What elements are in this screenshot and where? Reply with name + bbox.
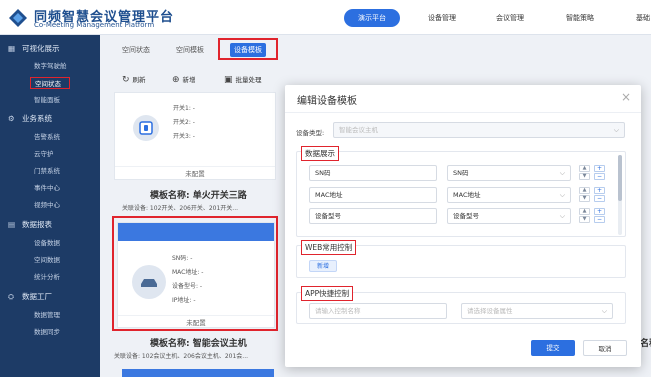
card-field: 开关2: - <box>173 119 195 126</box>
scrollbar[interactable] <box>618 155 622 235</box>
add-row-button[interactable]: + <box>594 187 605 194</box>
template-name-peek: 名称 <box>640 339 651 349</box>
move-down-button[interactable]: ▼ <box>579 216 590 223</box>
refresh-icon: ↻ <box>122 75 130 85</box>
move-up-button[interactable]: ▲ <box>579 165 590 172</box>
add-row-button[interactable]: + <box>594 208 605 215</box>
refresh-button[interactable]: ↻ 刷新 <box>122 74 146 86</box>
device-type-select: 智能会议主机 ⌵ <box>333 122 625 138</box>
settings-icon: ⚙ <box>8 114 15 123</box>
highlight-box-card <box>112 216 278 331</box>
template-relation: 关联设备: 102会议主机、206会议主机、201会... <box>114 353 249 360</box>
top-bar: 同频智慧会议管理平台 Co-Meeting Management Platfor… <box>0 0 651 35</box>
nav-basic[interactable]: 基础 <box>636 9 650 27</box>
sidebar-item-device-data[interactable]: 设备数据 <box>34 237 60 249</box>
add-button[interactable]: ⊕ 新增 <box>172 74 196 86</box>
device-type-label: 设备类型: <box>296 129 325 137</box>
cancel-button[interactable]: 取消 <box>583 340 627 356</box>
add-row-button[interactable]: + <box>594 165 605 172</box>
tab-bar: 空间状态 空间模板 设备模板 <box>100 35 651 63</box>
card-field: 开关3: - <box>173 133 195 140</box>
data-field-select[interactable]: SN码 ⌵ <box>447 165 571 181</box>
device-attribute-select[interactable]: 请选择设备属性 ⌵ <box>461 303 613 319</box>
section-title-web: WEB常用控制 <box>301 240 357 255</box>
web-add-button[interactable]: 新增 <box>309 260 338 272</box>
control-name-input[interactable]: 请输入控制名称 <box>309 303 447 319</box>
template-card-switch[interactable]: 开关1: - 开关2: - 开关3: - 未配置 <box>114 92 276 180</box>
edit-template-dialog: 编辑设备模板 × 设备类型: 智能会议主机 ⌵ 数据展示 SN码 SN码 ⌵ ▲ ▼… <box>285 85 641 367</box>
sidebar-item-access-control[interactable]: 门禁系统 <box>34 165 60 177</box>
move-down-button[interactable]: ▼ <box>579 173 590 180</box>
sidebar-item-cloud-guard[interactable]: 云守护 <box>34 148 54 160</box>
sidebar-group-visualization[interactable]: ▦ 可视化展示 <box>8 42 60 56</box>
sidebar-item-data-sync[interactable]: 数据同步 <box>34 326 60 338</box>
sidebar-item-space-data[interactable]: 空间数据 <box>34 254 60 266</box>
batch-icon: ▣ <box>224 75 233 85</box>
sidebar-item-smart-panel[interactable]: 智能面板 <box>34 94 60 106</box>
card-status: 未配置 <box>115 166 275 180</box>
batch-button[interactable]: ▣ 批量处理 <box>224 74 262 86</box>
sidebar-item-digital-cockpit[interactable]: 数字驾驶舱 <box>34 60 67 72</box>
nav-smart-strategy[interactable]: 智能策略 <box>566 9 594 27</box>
sidebar-group-data-factory[interactable]: ⛭ 数据工厂 <box>8 290 52 304</box>
chevron-down-icon: ⌵ <box>613 126 619 134</box>
sidebar-item-event-center[interactable]: 事件中心 <box>34 182 60 194</box>
data-label-input[interactable]: SN码 <box>309 165 437 181</box>
dialog-title: 编辑设备模板 <box>297 96 357 107</box>
sidebar-item-video-center[interactable]: 视频中心 <box>34 199 60 211</box>
sidebar-item-space-status[interactable]: 空间状态 <box>30 77 70 89</box>
data-label-input[interactable]: 设备型号 <box>309 208 437 224</box>
tab-space-status[interactable]: 空间状态 <box>118 43 154 57</box>
chevron-down-icon: ⌵ <box>559 191 565 199</box>
sidebar: ▦ 可视化展示 数字驾驶舱 空间状态 智能面板 ⚙ 业务系统 告警系统 云守护 门禁… <box>0 35 100 377</box>
section-title-data: 数据展示 <box>301 146 339 161</box>
tab-space-template[interactable]: 空间模板 <box>172 43 208 57</box>
sidebar-item-alarm[interactable]: 告警系统 <box>34 131 60 143</box>
data-label-input[interactable]: MAC地址 <box>309 187 437 203</box>
sidebar-item-statistics[interactable]: 统计分析 <box>34 271 60 283</box>
nav-meeting-management[interactable]: 会议管理 <box>496 9 524 27</box>
logo-icon <box>9 9 27 27</box>
toolbar: ↻ 刷新 ⊕ 新增 ▣ 批量处理 <box>100 68 300 90</box>
card-field: 开关1: - <box>173 105 195 112</box>
chevron-down-icon: ⌵ <box>601 307 607 315</box>
card-header-peek <box>122 369 274 377</box>
scrollbar-thumb[interactable] <box>618 155 622 201</box>
chevron-down-icon: ⌵ <box>559 212 565 220</box>
remove-row-button[interactable]: − <box>594 173 605 180</box>
submit-button[interactable]: 提交 <box>531 340 575 356</box>
sidebar-item-data-management[interactable]: 数据管理 <box>34 309 60 321</box>
template-relation: 关联设备: 102开关、206开关、201开关... <box>122 205 239 212</box>
app-subtitle: Co-Meeting Management Platform <box>34 21 155 29</box>
plus-circle-icon: ⊕ <box>172 75 180 85</box>
move-up-button[interactable]: ▲ <box>579 208 590 215</box>
data-field-select[interactable]: 设备型号 ⌵ <box>447 208 571 224</box>
close-icon[interactable]: × <box>621 90 631 104</box>
template-name: 模板名称: 单火开关三路 <box>150 191 247 201</box>
template-name: 模板名称: 智能会议主机 <box>150 339 247 349</box>
report-icon: ▤ <box>8 220 16 229</box>
section-title-app: APP快捷控制 <box>301 286 354 301</box>
remove-row-button[interactable]: − <box>594 195 605 202</box>
nav-device-management[interactable]: 设备管理 <box>428 9 456 27</box>
highlight-box-tab <box>218 38 278 60</box>
remove-row-button[interactable]: − <box>594 216 605 223</box>
move-up-button[interactable]: ▲ <box>579 187 590 194</box>
sidebar-group-reports[interactable]: ▤ 数据报表 <box>8 218 52 232</box>
move-down-button[interactable]: ▼ <box>579 195 590 202</box>
nav-demo-platform[interactable]: 演示平台 <box>344 9 400 27</box>
factory-icon: ⛭ <box>8 292 14 301</box>
chevron-down-icon: ⌵ <box>559 169 565 177</box>
sidebar-group-business[interactable]: ⚙ 业务系统 <box>8 112 52 126</box>
switch-icon <box>133 115 159 141</box>
grid-icon: ▦ <box>8 44 16 53</box>
divider <box>285 112 641 113</box>
data-field-select[interactable]: MAC地址 ⌵ <box>447 187 571 203</box>
